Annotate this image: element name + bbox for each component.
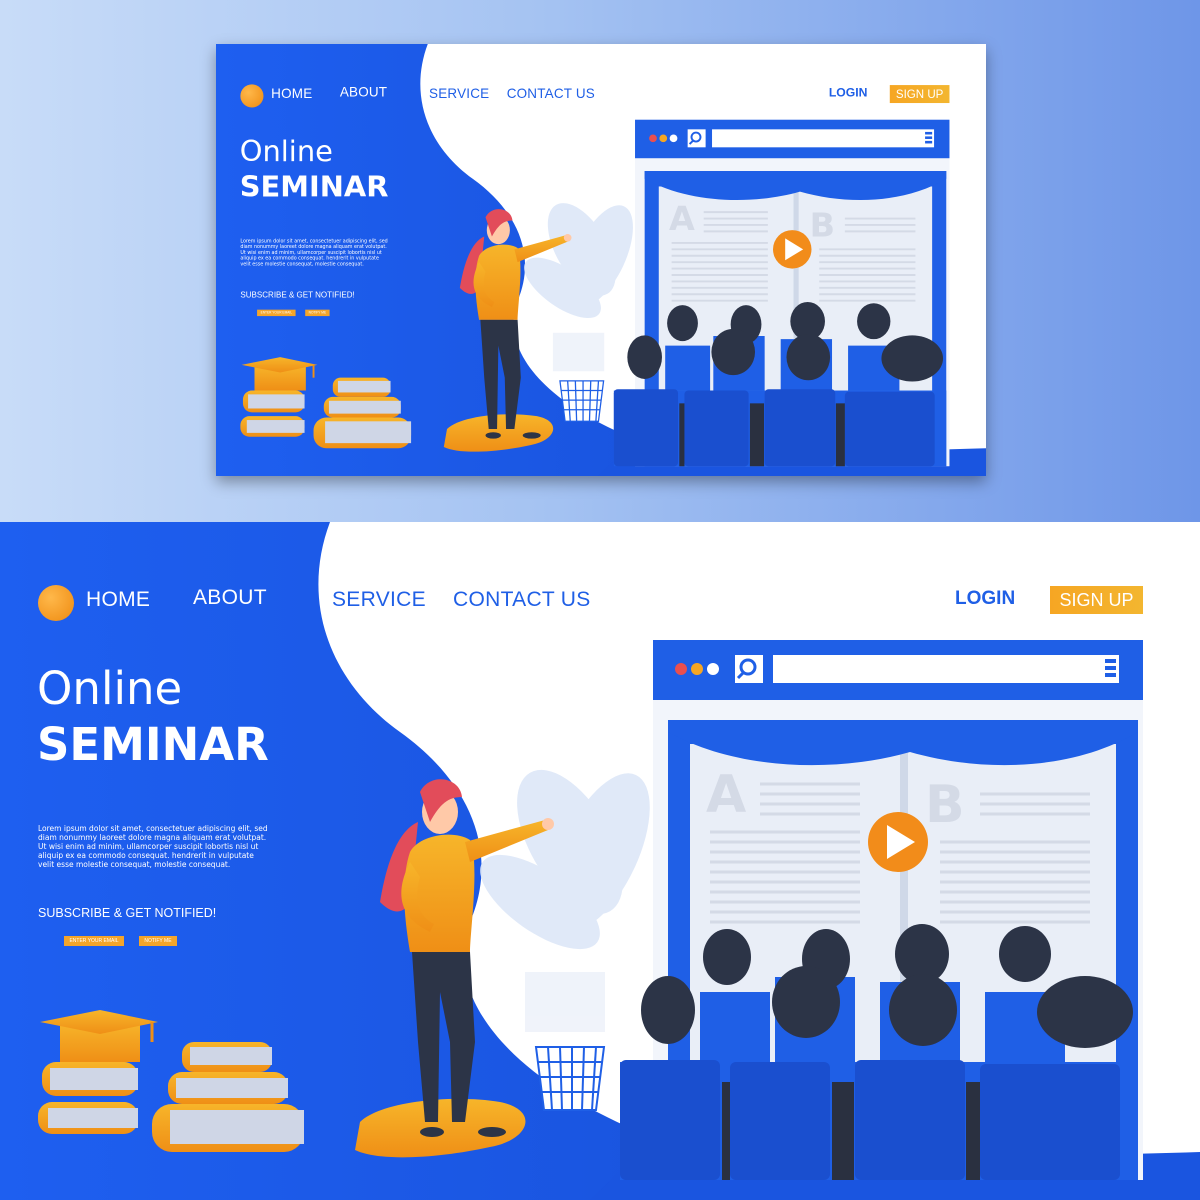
menu-icon xyxy=(1105,659,1116,677)
seminar-illustration: A B xyxy=(38,640,1143,1180)
hero-section: HOME ABOUT SERVICE CONTACT US LOGIN SIGN… xyxy=(0,522,1200,1200)
trash-bin-icon xyxy=(534,1046,606,1111)
page-a-label: A xyxy=(669,199,695,238)
books-stack xyxy=(240,357,412,449)
speaker-figure xyxy=(355,779,554,1158)
landing-scene: HOME ABOUT SERVICE CONTACT US LOGIN SIGN… xyxy=(0,522,1200,1200)
speaker-figure xyxy=(443,209,572,452)
books-stack xyxy=(38,1010,304,1152)
page-a-label: A xyxy=(706,765,746,825)
page-b-label: B xyxy=(925,775,965,835)
graduation-cap-icon xyxy=(241,357,318,373)
landing-scene: HOME ABOUT SERVICE CONTACT US LOGIN SIGN… xyxy=(216,44,986,476)
menu-icon xyxy=(925,131,933,144)
graduation-cap-icon xyxy=(40,1010,158,1034)
seminar-illustration: A B xyxy=(240,119,950,467)
preview-card: HOME ABOUT SERVICE CONTACT US LOGIN SIGN… xyxy=(216,44,986,476)
page-b-label: B xyxy=(810,206,835,245)
trash-bin-icon xyxy=(559,380,605,422)
